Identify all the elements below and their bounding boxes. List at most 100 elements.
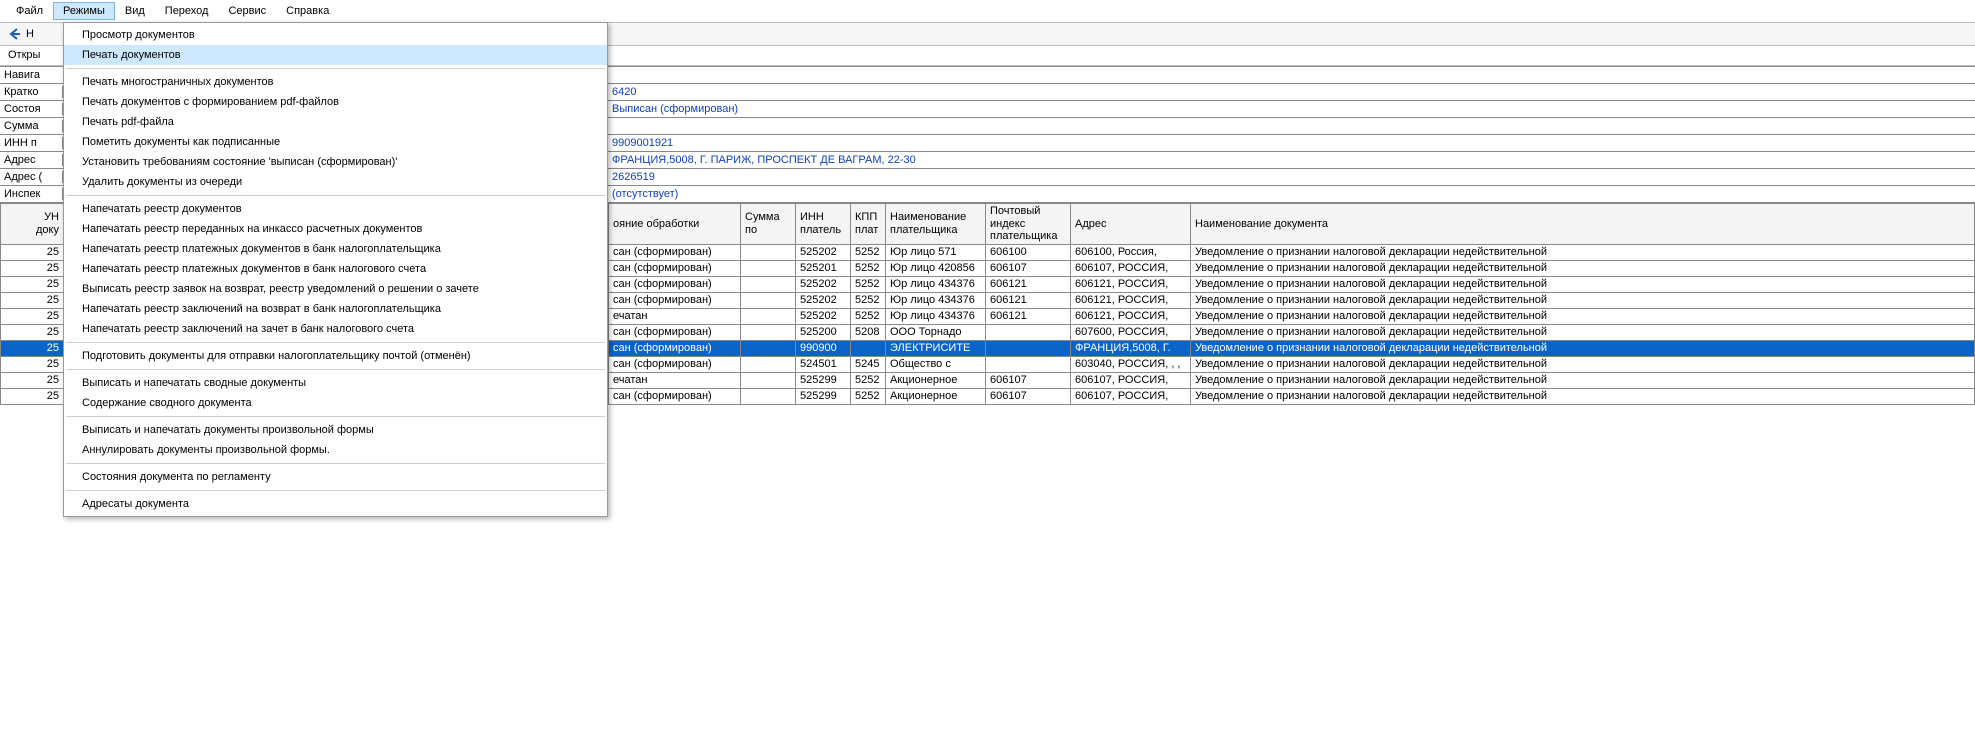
- tab-open[interactable]: Откры: [8, 49, 40, 61]
- cell-kpp: 5252: [851, 260, 886, 276]
- cell-payer-name: ЭЛЕКТРИСИТЕ: [886, 340, 986, 356]
- cell-un: 25: [1, 372, 64, 388]
- dropdown-item[interactable]: Выписать и напечатать сводные документы: [64, 373, 607, 393]
- cell-sum: [741, 276, 796, 292]
- col-un-doc[interactable]: УНдоку: [1, 204, 64, 245]
- menu-file[interactable]: Файл: [6, 2, 53, 20]
- col-state[interactable]: ояние обработки: [609, 204, 741, 245]
- menu-view[interactable]: Вид: [115, 2, 155, 20]
- dropdown-separator: [66, 195, 605, 196]
- cell-address: 606107, РОССИЯ,: [1071, 372, 1191, 388]
- col-inn[interactable]: ИННплатель: [796, 204, 851, 245]
- col-sum[interactable]: Суммапо: [741, 204, 796, 245]
- dropdown-separator: [66, 463, 605, 464]
- cell-kpp: 5252: [851, 244, 886, 260]
- dropdown-item[interactable]: Напечатать реестр переданных на инкассо …: [64, 219, 607, 239]
- cell-address: 606107, РОССИЯ,: [1071, 260, 1191, 276]
- cell-address: 607600, РОССИЯ,: [1071, 324, 1191, 340]
- dropdown-item[interactable]: Адресаты документа: [64, 494, 607, 514]
- cell-state: сан (сформирован): [609, 340, 741, 356]
- cell-inn: 524501: [796, 356, 851, 372]
- nav-label: Адрес: [0, 154, 63, 166]
- dropdown-item[interactable]: Печать документов: [64, 45, 607, 65]
- nav-value: 2626519: [608, 171, 1975, 183]
- cell-postal: 606100: [986, 244, 1071, 260]
- menu-help[interactable]: Справка: [276, 2, 339, 20]
- cell-state: ечатан: [609, 372, 741, 388]
- cell-un: 25: [1, 340, 64, 356]
- cell-inn: 525202: [796, 276, 851, 292]
- cell-state: сан (сформирован): [609, 276, 741, 292]
- dropdown-item[interactable]: Напечатать реестр платежных документов в…: [64, 259, 607, 279]
- cell-kpp: 5245: [851, 356, 886, 372]
- col-postal[interactable]: Почтовыйиндексплательщика: [986, 204, 1071, 245]
- cell-doc-name: Уведомление о признании налоговой деклар…: [1191, 308, 1975, 324]
- dropdown-item[interactable]: Пометить документы как подписанные: [64, 132, 607, 152]
- cell-un: 25: [1, 292, 64, 308]
- cell-un: 25: [1, 324, 64, 340]
- cell-payer-name: Юр лицо 434376: [886, 292, 986, 308]
- modes-dropdown-menu[interactable]: Просмотр документовПечать документов Печа…: [63, 22, 608, 517]
- nav-value: (отсутствует): [608, 188, 1975, 200]
- navigator-title: Навига: [0, 69, 63, 81]
- cell-kpp: 5208: [851, 324, 886, 340]
- cell-postal: 606121: [986, 308, 1071, 324]
- nav-label: Кратко: [0, 86, 63, 98]
- menu-modes[interactable]: Режимы: [53, 2, 115, 20]
- dropdown-item[interactable]: Напечатать реестр заключений на возврат …: [64, 299, 607, 319]
- back-arrow-icon[interactable]: [8, 27, 22, 41]
- cell-payer-name: Акционерное: [886, 372, 986, 388]
- cell-sum: [741, 356, 796, 372]
- dropdown-item[interactable]: Просмотр документов: [64, 25, 607, 45]
- cell-address: 606121, РОССИЯ,: [1071, 308, 1191, 324]
- cell-state: сан (сформирован): [609, 260, 741, 276]
- nav-label: ИНН п: [0, 137, 63, 149]
- dropdown-item[interactable]: Подготовить документы для отправки налог…: [64, 346, 607, 366]
- cell-payer-name: Акционерное: [886, 388, 986, 404]
- cell-inn: 525202: [796, 244, 851, 260]
- cell-un: 25: [1, 308, 64, 324]
- cell-kpp: 5252: [851, 372, 886, 388]
- cell-sum: [741, 324, 796, 340]
- dropdown-item[interactable]: Печать pdf-файла: [64, 112, 607, 132]
- cell-doc-name: Уведомление о признании налоговой деклар…: [1191, 340, 1975, 356]
- dropdown-item[interactable]: Печать многостраничных документов: [64, 72, 607, 92]
- dropdown-separator: [66, 369, 605, 370]
- back-button-label[interactable]: Н: [26, 28, 34, 40]
- cell-payer-name: Юр лицо 434376: [886, 276, 986, 292]
- cell-postal: [986, 356, 1071, 372]
- dropdown-separator: [66, 416, 605, 417]
- dropdown-item[interactable]: Выписать реестр заявок на возврат, реест…: [64, 279, 607, 299]
- col-address[interactable]: Адрес: [1071, 204, 1191, 245]
- cell-postal: 606121: [986, 276, 1071, 292]
- cell-kpp: 5252: [851, 276, 886, 292]
- nav-value: Выписан (сформирован): [608, 103, 1975, 115]
- cell-sum: [741, 308, 796, 324]
- dropdown-separator: [66, 342, 605, 343]
- dropdown-item[interactable]: Состояния документа по регламенту: [64, 467, 607, 487]
- dropdown-item[interactable]: Печать документов с формированием pdf-фа…: [64, 92, 607, 112]
- dropdown-item[interactable]: Удалить документы из очереди: [64, 172, 607, 192]
- cell-kpp: 5252: [851, 388, 886, 404]
- dropdown-item[interactable]: Напечатать реестр платежных документов в…: [64, 239, 607, 259]
- dropdown-item[interactable]: Выписать и напечатать документы произвол…: [64, 420, 607, 440]
- dropdown-item[interactable]: Содержание сводного документа: [64, 393, 607, 413]
- col-payer-name[interactable]: Наименованиеплательщика: [886, 204, 986, 245]
- dropdown-item[interactable]: Напечатать реестр заключений на зачет в …: [64, 319, 607, 339]
- menu-service[interactable]: Сервис: [218, 2, 276, 20]
- dropdown-item[interactable]: Аннулировать документы произвольной форм…: [64, 440, 607, 460]
- col-kpp[interactable]: КППплат: [851, 204, 886, 245]
- dropdown-item[interactable]: Установить требованиям состояние 'выписа…: [64, 152, 607, 172]
- cell-sum: [741, 388, 796, 404]
- cell-payer-name: Общество с: [886, 356, 986, 372]
- cell-postal: 606107: [986, 260, 1071, 276]
- menu-goto[interactable]: Переход: [155, 2, 219, 20]
- nav-value: 9909001921: [608, 137, 1975, 149]
- col-doc-name[interactable]: Наименование документа: [1191, 204, 1975, 245]
- dropdown-item[interactable]: Напечатать реестр документов: [64, 199, 607, 219]
- nav-label: Инспек: [0, 188, 63, 200]
- cell-inn: 525299: [796, 388, 851, 404]
- cell-payer-name: Юр лицо 571: [886, 244, 986, 260]
- nav-value: 6420: [608, 86, 1975, 98]
- cell-address: ФРАНЦИЯ,5008, Г.: [1071, 340, 1191, 356]
